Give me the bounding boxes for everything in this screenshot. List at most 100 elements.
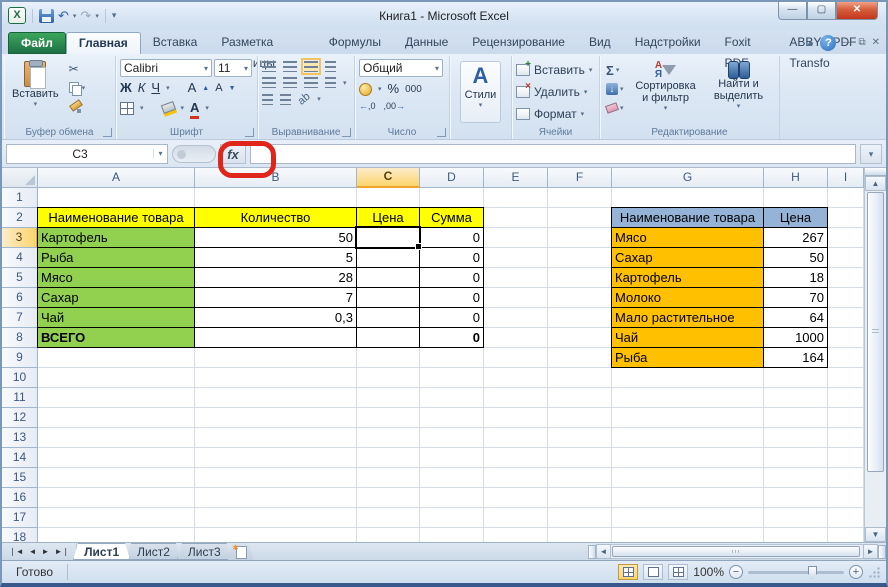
cell-F8[interactable]: [548, 328, 612, 348]
cell-F2[interactable]: [548, 208, 612, 228]
zoom-out-button[interactable]: −: [729, 565, 743, 579]
italic-button[interactable]: К: [138, 80, 146, 96]
table-cell[interactable]: 70: [764, 288, 828, 308]
shrink-font-button[interactable]: А: [215, 80, 222, 96]
cell-I9[interactable]: [828, 348, 864, 368]
table-header-cell[interactable]: Цена: [357, 208, 420, 228]
workbook-minimize-icon[interactable]: —: [842, 37, 852, 49]
cell-C1[interactable]: [357, 188, 420, 208]
number-dialog-launcher-icon[interactable]: [437, 128, 446, 137]
cell-F15[interactable]: [548, 468, 612, 488]
sort-filter-button[interactable]: АЯ Сортировка и фильтр ▾: [630, 59, 702, 123]
borders-dropdown-icon[interactable]: ▾: [140, 104, 144, 112]
table-cell[interactable]: 50: [195, 228, 357, 248]
row-header-7[interactable]: 7: [2, 308, 38, 328]
row-header-4[interactable]: 4: [2, 248, 38, 268]
table-cell[interactable]: 0: [420, 228, 484, 248]
underline-dropdown-icon[interactable]: ▾: [166, 84, 170, 92]
ribbon-tab-Главная[interactable]: Главная: [66, 32, 141, 54]
cell-F3[interactable]: [548, 228, 612, 248]
underline-button[interactable]: Ч: [151, 80, 160, 96]
row-header-2[interactable]: 2: [2, 208, 38, 228]
ribbon-tab-Вид[interactable]: Вид: [577, 32, 623, 54]
cell-D17[interactable]: [420, 508, 484, 528]
row-header-12[interactable]: 12: [2, 408, 38, 428]
cell-D10[interactable]: [420, 368, 484, 388]
cell-F12[interactable]: [548, 408, 612, 428]
row-header-6[interactable]: 6: [2, 288, 38, 308]
cell-E9[interactable]: [484, 348, 548, 368]
cell-A15[interactable]: [38, 468, 195, 488]
cell-C18[interactable]: [357, 528, 420, 542]
cell-E14[interactable]: [484, 448, 548, 468]
cell-C9[interactable]: [357, 348, 420, 368]
cell-D12[interactable]: [420, 408, 484, 428]
increase-indent-icon[interactable]: [280, 94, 291, 105]
column-header-C[interactable]: C: [357, 168, 420, 188]
ribbon-tab-Файл[interactable]: Файл: [8, 32, 66, 54]
select-all-corner[interactable]: [2, 168, 38, 188]
scroll-right-icon[interactable]: ►: [863, 544, 878, 559]
cell-I8[interactable]: [828, 328, 864, 348]
vertical-scroll-thumb[interactable]: [867, 192, 884, 472]
orientation-dropdown-icon[interactable]: ▾: [317, 95, 321, 103]
cell-B10[interactable]: [195, 368, 357, 388]
table-cell[interactable]: Мало растительное: [612, 308, 764, 328]
cell-I11[interactable]: [828, 388, 864, 408]
selected-cell-C3[interactable]: [355, 226, 421, 249]
row-header-13[interactable]: 13: [2, 428, 38, 448]
column-header-E[interactable]: E: [484, 168, 548, 188]
cell-E7[interactable]: [484, 308, 548, 328]
cell-E16[interactable]: [484, 488, 548, 508]
page-break-view-button[interactable]: [668, 564, 688, 580]
cell-A16[interactable]: [38, 488, 195, 508]
cell-G13[interactable]: [612, 428, 764, 448]
accounting-format-icon[interactable]: [359, 83, 372, 96]
cell-F4[interactable]: [548, 248, 612, 268]
cell-A14[interactable]: [38, 448, 195, 468]
cell-I13[interactable]: [828, 428, 864, 448]
sheet-tab-Лист3[interactable]: Лист3: [177, 543, 232, 560]
alignment-dialog-launcher-icon[interactable]: [342, 128, 351, 137]
cell-D16[interactable]: [420, 488, 484, 508]
cell-C12[interactable]: [357, 408, 420, 428]
table-cell[interactable]: [357, 308, 420, 328]
fill-button[interactable]: ↓▾: [604, 81, 626, 97]
styles-dropdown-icon[interactable]: ▾: [479, 101, 483, 109]
cell-H1[interactable]: [764, 188, 828, 208]
decrease-decimal-button[interactable]: ,00→: [384, 101, 406, 111]
cell-H14[interactable]: [764, 448, 828, 468]
align-center-icon[interactable]: [283, 77, 297, 88]
cell-H10[interactable]: [764, 368, 828, 388]
increase-decimal-button[interactable]: ←,0: [359, 101, 376, 111]
cell-F1[interactable]: [548, 188, 612, 208]
cell-D11[interactable]: [420, 388, 484, 408]
cell-C16[interactable]: [357, 488, 420, 508]
vertical-split-handle[interactable]: [865, 168, 886, 176]
table-cell[interactable]: 0,3: [195, 308, 357, 328]
cell-F10[interactable]: [548, 368, 612, 388]
cell-E13[interactable]: [484, 428, 548, 448]
cell-E1[interactable]: [484, 188, 548, 208]
orientation-icon[interactable]: ab: [296, 90, 313, 107]
cell-A9[interactable]: [38, 348, 195, 368]
cell-H11[interactable]: [764, 388, 828, 408]
cell-D9[interactable]: [420, 348, 484, 368]
cell-D13[interactable]: [420, 428, 484, 448]
column-header-D[interactable]: D: [420, 168, 484, 188]
table-cell[interactable]: [357, 328, 420, 348]
cell-B15[interactable]: [195, 468, 357, 488]
last-sheet-icon[interactable]: ►❘: [54, 547, 69, 556]
zoom-level[interactable]: 100%: [693, 565, 724, 579]
cell-I18[interactable]: [828, 528, 864, 542]
zoom-slider-thumb[interactable]: [808, 566, 817, 579]
zoom-slider[interactable]: [748, 571, 844, 574]
cell-B12[interactable]: [195, 408, 357, 428]
row-header-9[interactable]: 9: [2, 348, 38, 368]
format-painter-button[interactable]: [67, 99, 88, 115]
collapse-ribbon-icon[interactable]: ▲: [806, 38, 815, 48]
row-header-18[interactable]: 18: [2, 528, 38, 542]
table-cell[interactable]: 18: [764, 268, 828, 288]
cell-E15[interactable]: [484, 468, 548, 488]
cell-A10[interactable]: [38, 368, 195, 388]
